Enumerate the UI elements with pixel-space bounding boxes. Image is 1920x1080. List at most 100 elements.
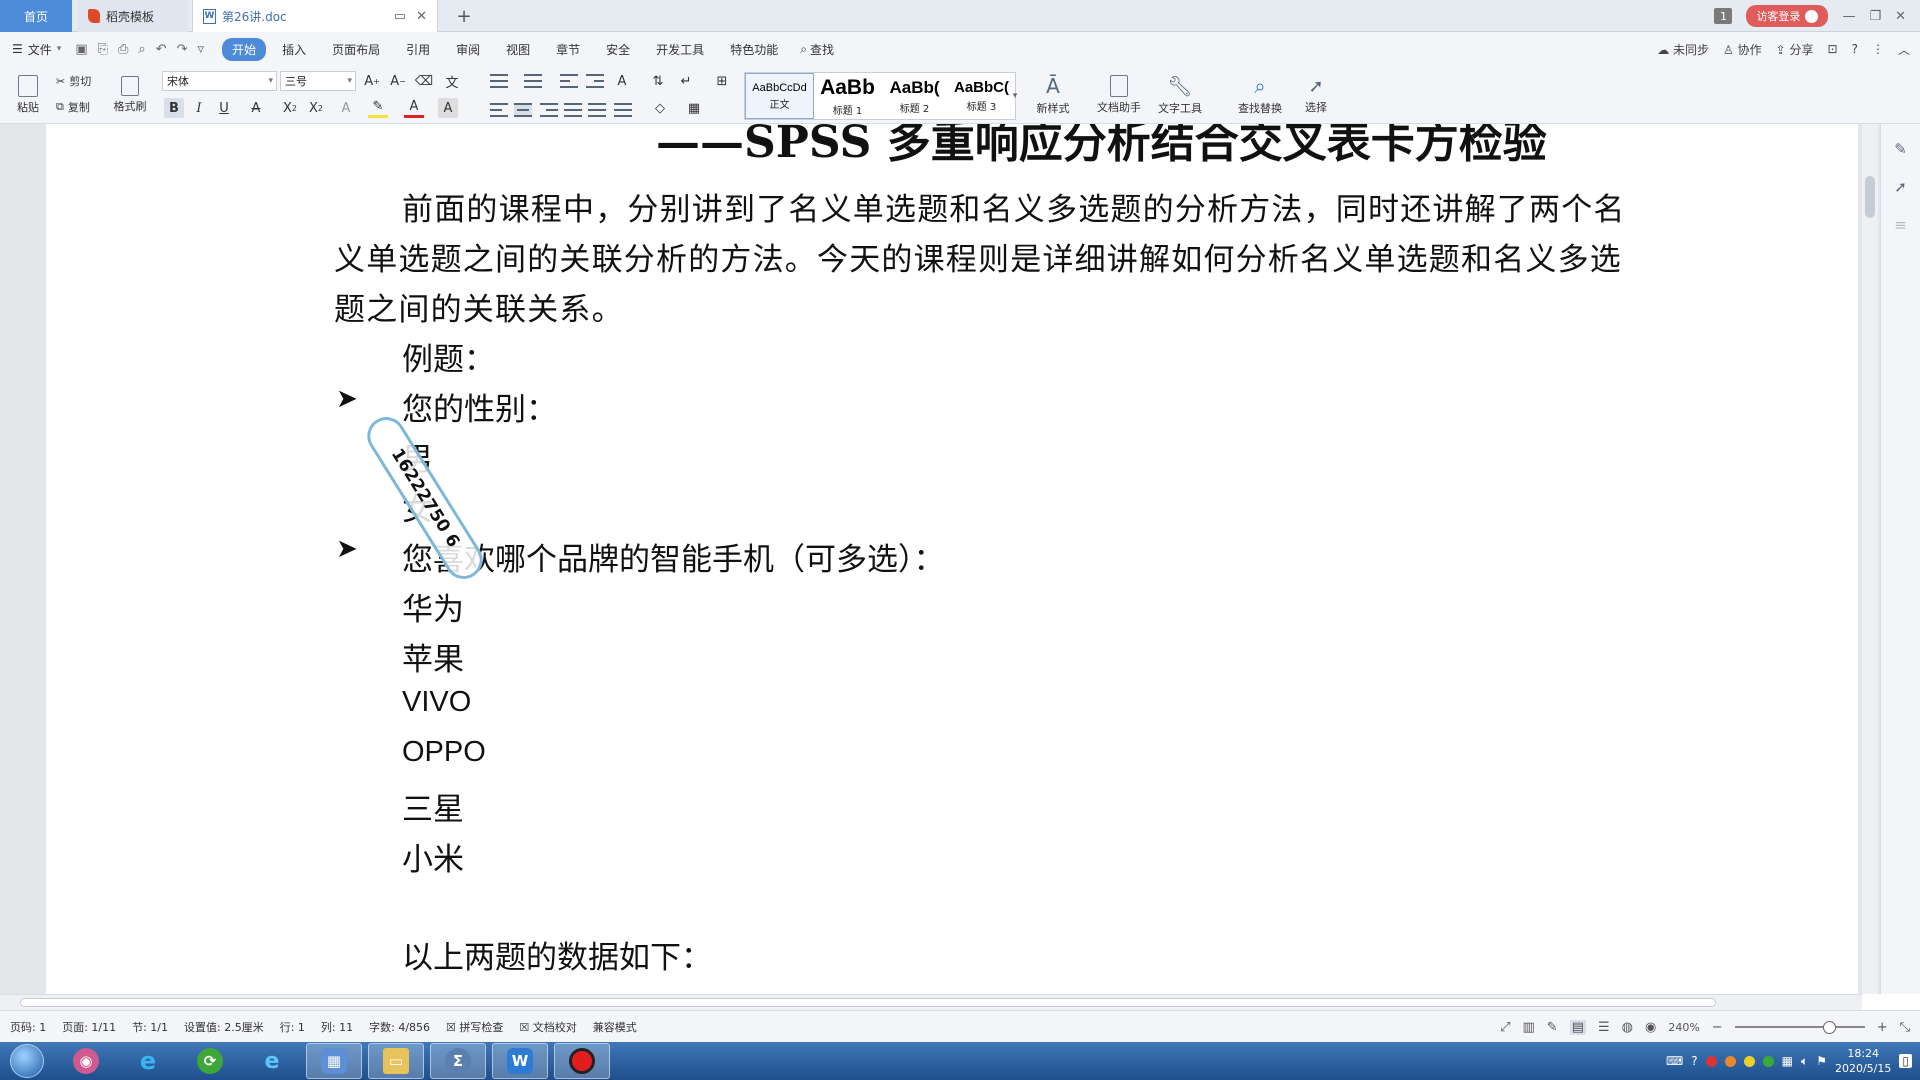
status-section[interactable]: 节: 1/1 xyxy=(132,1019,168,1035)
help-icon[interactable]: ? xyxy=(1852,42,1858,56)
read-mode-icon[interactable]: ▥ xyxy=(1522,1020,1534,1035)
align-center-icon[interactable] xyxy=(514,103,532,117)
zoom-out-icon[interactable]: − xyxy=(1712,1020,1723,1035)
save-icon[interactable]: ▣ xyxy=(75,42,87,57)
underline-button[interactable]: U xyxy=(214,98,234,118)
minimize-icon[interactable]: — xyxy=(1842,9,1855,24)
tab-template[interactable]: 稻壳模板 xyxy=(78,0,188,32)
help-tray-icon[interactable]: ? xyxy=(1691,1054,1697,1068)
tab-security[interactable]: 安全 xyxy=(596,38,640,61)
taskbar-app-wps[interactable]: W xyxy=(492,1043,548,1079)
tab-start[interactable]: 开始 xyxy=(222,37,267,61)
style-heading-1[interactable]: AaBb 标题 1 xyxy=(814,73,881,119)
border-icon[interactable]: ▦ xyxy=(684,98,704,118)
format-painter-button[interactable]: 格式刷 xyxy=(108,70,152,120)
tray-red-icon[interactable] xyxy=(1705,1055,1717,1067)
skin-icon[interactable]: ⊡ xyxy=(1828,42,1838,56)
horizontal-scrollbar[interactable] xyxy=(0,994,1862,1010)
text-direction-icon[interactable]: A xyxy=(612,71,632,91)
restore-icon[interactable]: ❐ xyxy=(1869,9,1881,24)
tray-orange-icon[interactable] xyxy=(1724,1055,1736,1067)
doc-check-button[interactable]: ☒ 文档校对 xyxy=(519,1019,576,1035)
paste-button[interactable]: 粘贴 xyxy=(8,70,48,120)
distribute-icon[interactable] xyxy=(588,103,606,117)
text-effect-button[interactable]: A xyxy=(336,98,356,118)
taskbar-app-recorder[interactable] xyxy=(554,1043,610,1079)
pen-icon[interactable]: ✎ xyxy=(1894,140,1907,158)
eye-protect-icon[interactable]: ◉ xyxy=(1645,1020,1656,1035)
customize-icon[interactable]: ▿ xyxy=(198,42,205,57)
shrink-font-icon[interactable]: A − xyxy=(388,71,408,91)
sync-button[interactable]: ☁ 未同步 xyxy=(1657,41,1709,58)
status-setting[interactable]: 设置值: 2.5厘米 xyxy=(184,1019,264,1035)
volume-icon[interactable]: 🔈︎ xyxy=(1801,1054,1808,1069)
new-style-button[interactable]: Ā 新样式 xyxy=(1030,70,1076,120)
notification-icon[interactable]: ▯ xyxy=(1899,1054,1912,1068)
tab-page-layout[interactable]: 页面布局 xyxy=(322,38,390,61)
start-button[interactable] xyxy=(10,1044,44,1078)
clear-format-icon[interactable]: ⌫ xyxy=(414,71,434,91)
subscript-button[interactable]: X2 xyxy=(306,98,326,118)
pointer-icon[interactable]: ➚ xyxy=(1894,178,1907,196)
table-insert-icon[interactable]: ⊞ xyxy=(712,71,732,91)
italic-button[interactable]: I xyxy=(189,98,209,118)
print-icon[interactable]: ⎙ xyxy=(118,42,128,57)
vertical-scrollbar[interactable] xyxy=(1862,124,1878,994)
cut-button[interactable]: ✂ 剪切 xyxy=(56,72,91,90)
strikethrough-button[interactable]: A xyxy=(246,98,266,118)
superscript-button[interactable]: X2 xyxy=(280,98,300,118)
line-spacing-icon[interactable] xyxy=(614,103,632,117)
increase-indent-icon[interactable] xyxy=(586,74,604,88)
style-heading-3[interactable]: AaBbC( 标题 3 xyxy=(948,73,1015,119)
tray-green-icon[interactable] xyxy=(1762,1055,1774,1067)
edit-mode-icon[interactable]: ✎ xyxy=(1547,1020,1558,1035)
grow-font-icon[interactable]: A + xyxy=(362,71,382,91)
print-preview-icon[interactable]: ⌕ xyxy=(138,42,145,57)
tab-developer[interactable]: 开发工具 xyxy=(646,38,714,61)
zoom-level[interactable]: 240% xyxy=(1668,1021,1699,1034)
copy-button[interactable]: ⧉ 复制 xyxy=(56,98,90,116)
status-pages[interactable]: 页面: 1/11 xyxy=(62,1019,116,1035)
pin-icon[interactable]: ▭ xyxy=(394,9,406,24)
doc-assistant-button[interactable]: 文档助手 xyxy=(1092,70,1146,120)
tab-references[interactable]: 引用 xyxy=(396,38,440,61)
style-normal[interactable]: AaBbCcDd 正文 xyxy=(745,73,814,119)
decrease-indent-icon[interactable] xyxy=(560,74,578,88)
horizontal-scroll-thumb[interactable] xyxy=(20,998,1716,1007)
style-gallery-more-icon[interactable]: ▾ xyxy=(1010,80,1020,112)
tab-home[interactable]: 首页 xyxy=(0,0,72,32)
text-tools-button[interactable]: 🔧︎ 文字工具 xyxy=(1152,70,1208,120)
more-icon[interactable]: ⋮ xyxy=(1872,42,1884,56)
line-break-icon[interactable]: ↵ xyxy=(676,71,696,91)
collapse-ribbon-icon[interactable]: ︿ xyxy=(1898,41,1910,58)
tray-yellow-icon[interactable] xyxy=(1743,1055,1755,1067)
wrap-icon[interactable]: ≡ xyxy=(1894,216,1907,234)
select-button[interactable]: ➚ 选择 xyxy=(1296,70,1336,120)
numbered-list-icon[interactable] xyxy=(524,74,542,88)
file-menu[interactable]: ☰ 文件 ▾ xyxy=(12,41,61,58)
export-icon[interactable]: ⎘ xyxy=(98,42,108,57)
spell-check-button[interactable]: ☒ 拼写检查 xyxy=(446,1019,503,1035)
keyboard-icon[interactable]: ⌨ xyxy=(1666,1054,1683,1068)
zoom-slider[interactable] xyxy=(1734,1021,1865,1034)
taskbar-app-spss[interactable]: Σ xyxy=(430,1043,486,1079)
share-button[interactable]: ⇪ 分享 xyxy=(1776,41,1814,58)
tab-insert[interactable]: 插入 xyxy=(272,38,316,61)
highlight-button[interactable]: ✎ xyxy=(368,98,388,118)
close-tab-icon[interactable]: ✕ xyxy=(416,9,427,24)
font-color-button[interactable]: A xyxy=(404,98,424,118)
taskbar-app-ie[interactable]: e xyxy=(120,1043,176,1079)
font-name-select[interactable]: 宋体 xyxy=(162,71,277,91)
shading-icon[interactable]: ◇ xyxy=(650,98,670,118)
close-window-icon[interactable]: ✕ xyxy=(1895,9,1906,24)
flag-icon[interactable]: ⚑ xyxy=(1816,1054,1827,1068)
web-view-icon[interactable]: ◍ xyxy=(1622,1020,1633,1035)
vertical-scroll-thumb[interactable] xyxy=(1865,176,1875,218)
login-button[interactable]: 访客登录 xyxy=(1746,5,1829,27)
tab-document[interactable]: W 第26讲.doc ▭ ✕ xyxy=(192,0,438,32)
taskbar-app-360[interactable]: ⟳ xyxy=(182,1043,238,1079)
page-view-icon[interactable]: ▤ xyxy=(1569,1019,1586,1035)
clock[interactable]: 18:24 2020/5/15 xyxy=(1835,1046,1891,1076)
bullet-list-icon[interactable] xyxy=(490,74,508,88)
phonetic-icon[interactable]: 文 xyxy=(442,71,462,91)
